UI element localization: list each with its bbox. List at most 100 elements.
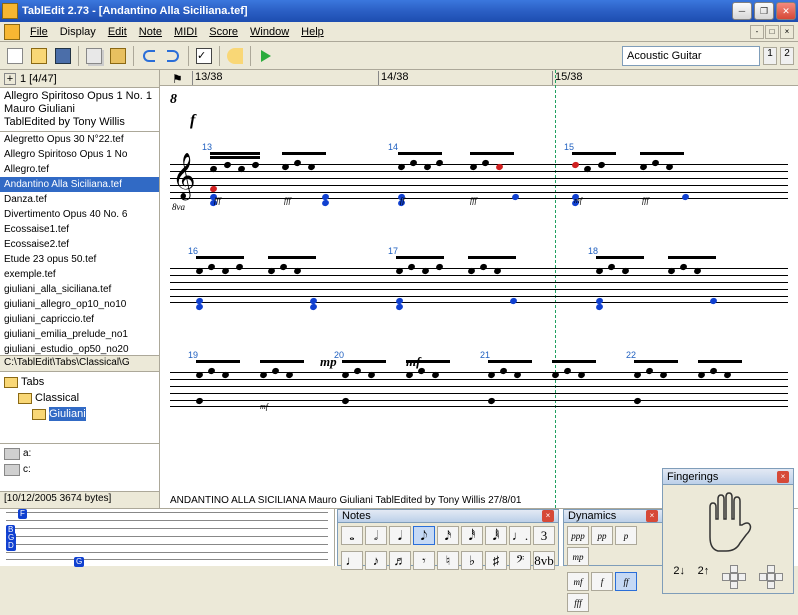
palette-button[interactable]: 𝅘𝅥𝅯 xyxy=(437,526,459,545)
measure-number: 18 xyxy=(588,246,598,256)
drive-item[interactable]: c: xyxy=(2,462,157,478)
menu-window[interactable]: Window xyxy=(244,24,295,40)
open-button[interactable] xyxy=(28,45,50,67)
menu-note[interactable]: Note xyxy=(133,24,168,40)
palette-button[interactable]: pp xyxy=(591,526,613,545)
file-item[interactable]: Divertimento Opus 40 No. 6 xyxy=(0,207,159,222)
paste-button[interactable] xyxy=(107,45,129,67)
palette-button[interactable]: ♯ xyxy=(485,551,507,570)
drive-item[interactable]: a: xyxy=(2,446,157,462)
palette-button[interactable]: 3 xyxy=(533,526,555,545)
file-item[interactable]: Allegro.tef xyxy=(0,162,159,177)
measure-number: 17 xyxy=(388,246,398,256)
palette-button[interactable]: 𝅘𝅥𝅮 xyxy=(413,526,435,545)
palette-button[interactable]: mp xyxy=(567,547,589,566)
file-item[interactable]: Alegretto Opus 30 N°22.tef xyxy=(0,132,159,147)
copy-button[interactable] xyxy=(83,45,105,67)
sidebar-header: + 1 [4/47] xyxy=(0,70,159,88)
menu-score[interactable]: Score xyxy=(203,24,244,40)
menu-edit[interactable]: Edit xyxy=(102,24,133,40)
close-palette-button[interactable]: × xyxy=(542,510,554,522)
file-item[interactable]: giuliani_capriccio.tef xyxy=(0,312,159,327)
check-button[interactable]: ✓ xyxy=(193,45,215,67)
file-item[interactable]: giuliani_emilia_prelude_no1 xyxy=(0,327,159,342)
file-item[interactable]: Andantino Alla Siciliana.tef xyxy=(0,177,159,192)
file-list[interactable]: Alegretto Opus 30 N°22.tefAllegro Spirit… xyxy=(0,132,159,356)
expand-button[interactable]: + xyxy=(4,73,16,85)
mdi-close-button[interactable]: × xyxy=(780,25,794,39)
minimize-button[interactable]: ─ xyxy=(732,2,752,20)
palette-button[interactable]: ff xyxy=(615,572,637,591)
mdi-minimize-button[interactable]: - xyxy=(750,25,764,39)
song-author: Mauro Giuliani xyxy=(4,103,155,116)
menu-file[interactable]: File xyxy=(24,24,54,40)
file-item[interactable]: giuliani_alla_siciliana.tef xyxy=(0,282,159,297)
track-2-button[interactable]: 2 xyxy=(780,47,794,65)
palette-button[interactable]: ♩. xyxy=(509,526,531,545)
close-palette-button[interactable]: × xyxy=(646,510,658,522)
palette-button[interactable]: 𝅘𝅥𝅱 xyxy=(485,526,507,545)
menu-display[interactable]: Display xyxy=(54,24,102,40)
file-item[interactable]: giuliani_allegro_op10_no10 xyxy=(0,297,159,312)
dpad-left[interactable] xyxy=(722,565,746,589)
dpad-right[interactable] xyxy=(759,565,783,589)
mdi-restore-button[interactable]: □ xyxy=(765,25,779,39)
fingering-label[interactable]: 2↑ xyxy=(698,565,710,589)
instrument-select[interactable]: Acoustic Guitar xyxy=(622,46,760,66)
palette-button[interactable]: 𝅗𝅥 xyxy=(365,526,387,545)
palette-button[interactable]: f xyxy=(591,572,613,591)
staff-row[interactable]: 19 20 21 22 mp mf mf xyxy=(170,338,788,432)
maximize-button[interactable]: ❐ xyxy=(754,2,774,20)
open-icon xyxy=(31,48,47,64)
menu-help[interactable]: Help xyxy=(295,24,330,40)
track-1-button[interactable]: 1 xyxy=(763,47,777,65)
file-item[interactable]: Ecossaise2.tef xyxy=(0,237,159,252)
folder-item[interactable]: Giuliani xyxy=(2,406,157,422)
palette-button[interactable]: 𝄢 xyxy=(509,551,531,570)
sound-button[interactable] xyxy=(224,45,246,67)
palette-button[interactable]: ♩ xyxy=(341,551,363,570)
new-button[interactable] xyxy=(4,45,26,67)
close-palette-button[interactable]: × xyxy=(777,471,789,483)
file-item[interactable]: giuliani_estudio_op50_no20 xyxy=(0,342,159,356)
measure-number: 19 xyxy=(188,350,198,360)
folder-icon xyxy=(18,393,32,404)
file-item[interactable]: Ecossaise1.tef xyxy=(0,222,159,237)
palette-button[interactable]: ♮ xyxy=(437,551,459,570)
palette-button[interactable]: ♭ xyxy=(461,551,483,570)
palette-button[interactable]: mf xyxy=(567,572,589,591)
hand-diagram[interactable] xyxy=(663,485,793,563)
menu-midi[interactable]: MIDI xyxy=(168,24,203,40)
ruler[interactable]: ⚑ 13/38 14/38 15/38 xyxy=(160,70,798,86)
palette-button[interactable]: ♪ xyxy=(365,551,387,570)
fingering-label[interactable]: 2↓ xyxy=(673,565,685,589)
redo-button[interactable] xyxy=(162,45,184,67)
file-item[interactable]: Danza.tef xyxy=(0,192,159,207)
file-item[interactable]: exemple.tef xyxy=(0,267,159,282)
staff-row[interactable]: 𝄞 13 14 15 fff fff ff fff mf fff 8va xyxy=(170,130,788,224)
tablature-view[interactable]: F B G D G xyxy=(0,509,335,566)
time-signature: 8 xyxy=(170,92,788,108)
undo-button[interactable] xyxy=(138,45,160,67)
drive-list[interactable]: a:c: xyxy=(0,444,159,492)
new-icon xyxy=(7,48,23,64)
save-button[interactable] xyxy=(52,45,74,67)
palette-button[interactable]: p xyxy=(615,526,637,545)
folder-item[interactable]: Tabs xyxy=(2,374,157,390)
palette-button[interactable]: 𝅘𝅥𝅰 xyxy=(461,526,483,545)
palette-button[interactable]: 𝄾 xyxy=(413,551,435,570)
palette-button[interactable]: ♬ xyxy=(389,551,411,570)
score-view[interactable]: ⚑ 13/38 14/38 15/38 8 f 𝄞 13 14 15 xyxy=(160,70,798,508)
palette-button[interactable]: 𝅝 xyxy=(341,526,363,545)
folder-tree[interactable]: TabsClassicalGiuliani xyxy=(0,372,159,444)
menu-bar: File Display Edit Note MIDI Score Window… xyxy=(0,22,798,42)
palette-button[interactable]: 8vb xyxy=(533,551,555,570)
close-button[interactable]: ✕ xyxy=(776,2,796,20)
palette-button[interactable]: 𝅘𝅥 xyxy=(389,526,411,545)
staff-row[interactable]: 16 17 18 xyxy=(170,234,788,328)
file-item[interactable]: Allegro Spiritoso Opus 1 No xyxy=(0,147,159,162)
file-item[interactable]: Etude 23 opus 50.tef xyxy=(0,252,159,267)
palette-button[interactable]: ppp xyxy=(567,526,589,545)
folder-item[interactable]: Classical xyxy=(2,390,157,406)
play-button[interactable] xyxy=(255,45,277,67)
